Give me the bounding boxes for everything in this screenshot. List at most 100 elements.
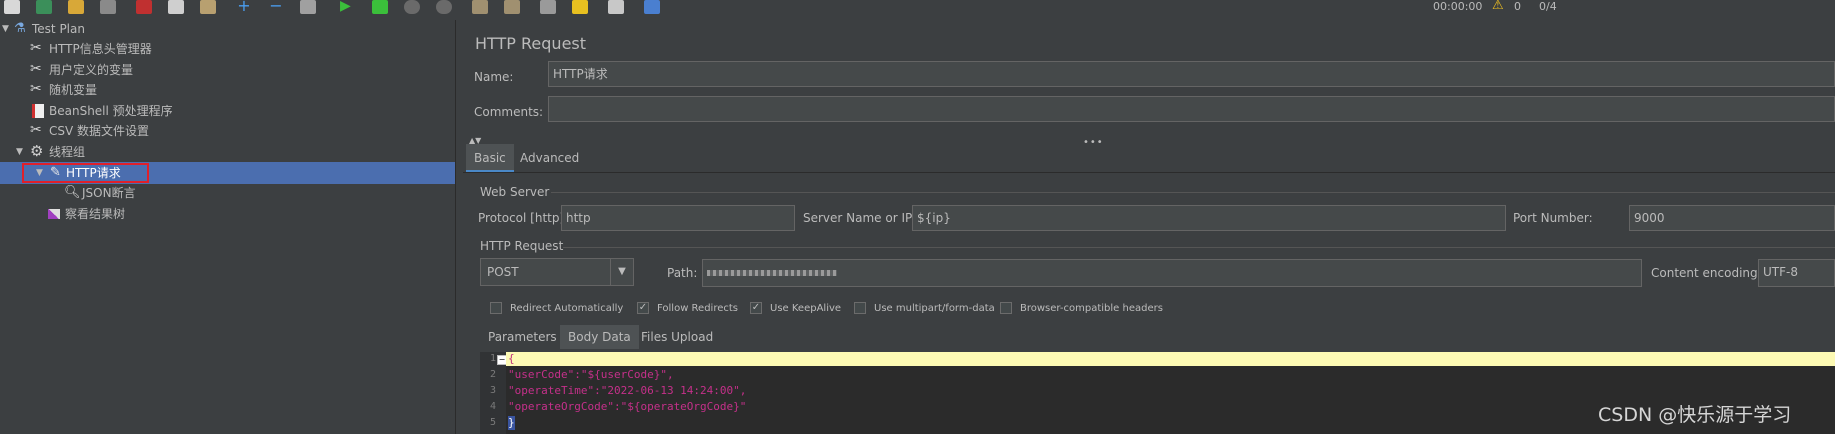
toggle-icon[interactable]: [300, 0, 316, 14]
thread-count: 0/4: [1539, 0, 1557, 13]
checkbox-icon: [1000, 302, 1012, 314]
port-field[interactable]: 9000: [1629, 205, 1835, 231]
method-select[interactable]: POST ▼: [480, 258, 634, 286]
code-line: }: [508, 416, 515, 430]
help-icon[interactable]: [644, 0, 660, 14]
comments-field[interactable]: [548, 96, 1835, 122]
templates-icon[interactable]: [36, 0, 52, 14]
chevron-down-icon[interactable]: ▼: [610, 259, 633, 285]
section-divider: [563, 247, 1835, 248]
checkbox-label: Redirect Automatically: [510, 302, 624, 314]
collapse-toggle-icon[interactable]: ▼: [16, 141, 23, 163]
code-line: "userCode":"${userCode}",: [508, 368, 674, 381]
multipart-checkbox[interactable]: Use multipart/form-data: [854, 302, 995, 314]
protocol-field[interactable]: http: [561, 205, 795, 231]
follow-redirects-checkbox[interactable]: ✓ Follow Redirects: [637, 302, 738, 314]
tree-item-label: 随机变量: [49, 83, 98, 97]
tree-item-beanshell[interactable]: BeanShell 预处理程序: [0, 100, 455, 122]
start-no-pause-icon[interactable]: [372, 0, 388, 14]
cut-icon[interactable]: [136, 0, 152, 14]
stop-icon[interactable]: [404, 0, 420, 14]
clear-icon[interactable]: [472, 0, 488, 14]
tab-advanced[interactable]: Advanced: [512, 144, 587, 172]
collapse-toggle-icon[interactable]: ▼: [36, 162, 43, 184]
redirect-auto-checkbox[interactable]: Redirect Automatically: [490, 302, 623, 314]
tree-item-http-request[interactable]: ▼ ✎ HTTP请求: [0, 162, 455, 184]
checkbox-label: Browser-compatible headers: [1020, 302, 1163, 314]
script-icon: [32, 104, 44, 118]
warning-icon[interactable]: ⚠: [1492, 0, 1508, 14]
line-gutter: 1 2 3 4 5 −: [480, 352, 507, 434]
line-number: 5: [489, 417, 496, 428]
tree-item-test-plan[interactable]: ▼ ⚗ Test Plan: [0, 18, 455, 40]
tree-item-label: JSON断言: [82, 186, 136, 200]
line-number: 3: [489, 385, 496, 396]
new-icon[interactable]: [4, 0, 20, 14]
wrench-scissors-icon: ✂: [30, 81, 42, 97]
reset-search-icon[interactable]: [572, 0, 588, 14]
name-label: Name:: [474, 70, 514, 84]
shutdown-icon[interactable]: [436, 0, 452, 14]
wrench-scissors-icon: ✂: [30, 122, 42, 138]
wrench-scissors-icon: ✂: [30, 61, 42, 77]
server-label: Server Name or IP:: [803, 211, 917, 225]
tree-item-label: HTTP请求: [66, 166, 121, 180]
pipette-icon: ✎: [50, 165, 61, 180]
tree-item-user-variables[interactable]: ✂ 用户定义的变量: [0, 59, 455, 81]
start-icon[interactable]: ▶: [340, 0, 356, 14]
tab-parameters[interactable]: Parameters: [480, 325, 565, 349]
magnifier-icon: 🔍︎: [64, 185, 81, 200]
wrench-scissors-icon: ✂: [30, 40, 42, 56]
tree-item-header-manager[interactable]: ✂ HTTP信息头管理器: [0, 38, 455, 60]
path-field[interactable]: [702, 259, 1642, 287]
current-line-highlight: [506, 352, 1835, 366]
function-helper-icon[interactable]: [608, 0, 624, 14]
checkbox-icon: [854, 302, 866, 314]
paste-icon[interactable]: [200, 0, 216, 14]
tab-basic[interactable]: Basic: [466, 144, 514, 172]
tree-item-label: Test Plan: [32, 22, 85, 36]
expand-icon[interactable]: +: [236, 0, 252, 14]
copy-icon[interactable]: [168, 0, 184, 14]
clear-all-icon[interactable]: [504, 0, 520, 14]
http-request-section: HTTP Request: [480, 239, 564, 253]
toolbar: + − ▶ 00:00:00 ⚠ 0 0/4: [0, 0, 1835, 16]
comments-label: Comments:: [474, 105, 544, 119]
browser-headers-checkbox[interactable]: Browser-compatible headers: [1000, 302, 1163, 314]
encoding-label: Content encoding:: [1651, 266, 1762, 280]
test-plan-tree: ▼ ⚗ Test Plan ✂ HTTP信息头管理器 ✂ 用户定义的变量 ✂ 随…: [0, 20, 455, 434]
save-icon[interactable]: [100, 0, 116, 14]
encoding-field[interactable]: UTF-8: [1758, 259, 1835, 287]
name-field[interactable]: HTTP请求: [548, 61, 1835, 87]
chart-icon: [48, 209, 60, 219]
line-number: 2: [489, 369, 496, 380]
warning-count: 0: [1514, 0, 1521, 13]
tree-item-label: 线程组: [49, 145, 86, 159]
tree-item-json-assertion[interactable]: 🔍︎ JSON断言: [0, 182, 455, 204]
keepalive-checkbox[interactable]: ✓ Use KeepAlive: [750, 302, 841, 314]
tree-item-label: CSV 数据文件设置: [49, 124, 150, 138]
tree-item-thread-group[interactable]: ▼ ⚙ 线程组: [0, 141, 455, 163]
tab-body-data[interactable]: Body Data: [560, 325, 639, 349]
tree-item-random-variable[interactable]: ✂ 随机变量: [0, 79, 455, 101]
tab-files-upload[interactable]: Files Upload: [633, 325, 721, 349]
http-request-panel: HTTP Request Name: HTTP请求 Comments: ▲▼ •…: [463, 20, 1835, 434]
collapse-toggle-icon[interactable]: ▼: [2, 18, 9, 40]
code-line: {: [508, 352, 515, 365]
port-label: Port Number:: [1513, 211, 1593, 225]
open-icon[interactable]: [68, 0, 84, 14]
protocol-label: Protocol [http]:: [478, 211, 569, 225]
server-field[interactable]: ${ip}: [912, 205, 1506, 231]
code-line: "operateOrgCode":"${operateOrgCode}": [508, 400, 747, 413]
tree-item-csv-data[interactable]: ✂ CSV 数据文件设置: [0, 120, 455, 142]
checkmark-icon: ✓: [750, 302, 762, 314]
tree-item-results-tree[interactable]: 察看结果树: [0, 203, 455, 225]
line-number: 4: [489, 401, 496, 412]
tree-item-label: BeanShell 预处理程序: [49, 104, 173, 118]
path-label: Path:: [667, 266, 698, 280]
checkmark-icon: ✓: [637, 302, 649, 314]
search-icon[interactable]: [540, 0, 556, 14]
collapse-icon[interactable]: −: [268, 0, 284, 14]
checkbox-icon: [490, 302, 502, 314]
line-number: 1: [489, 353, 496, 364]
